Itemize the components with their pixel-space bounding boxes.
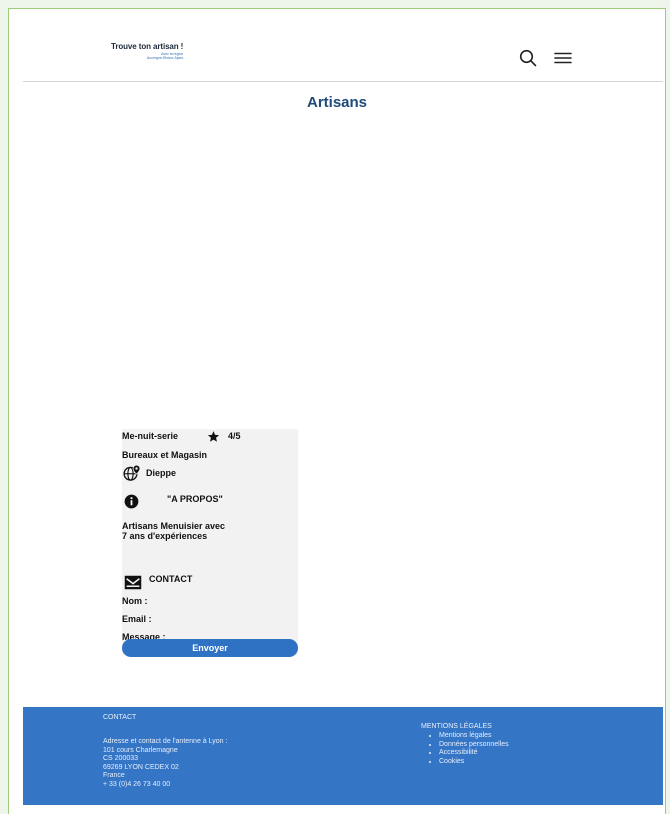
artisan-rating: 4/5 bbox=[228, 431, 241, 441]
logo-title-text: Trouve ton artisan ! bbox=[111, 42, 184, 51]
artisan-city: Dieppe bbox=[146, 468, 177, 478]
site-footer: CONTACT Adresse et contact de l'antenne … bbox=[23, 707, 663, 805]
footer-address: Adresse et contact de l'antenne à Lyon :… bbox=[103, 738, 227, 789]
header-divider bbox=[23, 81, 663, 82]
logo-title: Trouve ton artisan ! bbox=[111, 42, 183, 51]
footer-link-cookies[interactable]: Cookies bbox=[439, 758, 509, 767]
mail-icon bbox=[124, 575, 142, 590]
logo-sub-line2: Auvergne-Rhône-Alpes bbox=[146, 56, 184, 60]
footer-contact-heading: CONTACT bbox=[103, 714, 137, 721]
site-logo[interactable]: Trouve ton artisan ! Avec la région Auve… bbox=[111, 42, 183, 60]
send-button[interactable]: Envoyer bbox=[122, 639, 298, 657]
address-line: France bbox=[103, 772, 125, 779]
address-line: + 33 (0)4 26 73 40 00 bbox=[103, 780, 171, 788]
contact-heading: CONTACT bbox=[149, 574, 193, 584]
about-heading: "A PROPOS" bbox=[167, 494, 223, 504]
footer-link-mentions[interactable]: Mentions légales bbox=[439, 732, 509, 741]
email-label: Email : bbox=[122, 614, 152, 624]
about-text: Artisans Menuisier avec 7 ans d'expérien… bbox=[122, 521, 225, 541]
artisan-card: Me-nuit-serie 4/5 Bureaux et Magasin Die… bbox=[122, 429, 298, 657]
footer-link-donnees[interactable]: Données personnelles bbox=[439, 741, 509, 750]
name-label: Nom : bbox=[122, 596, 148, 606]
artisan-category: Bureaux et Magasin bbox=[122, 450, 208, 460]
info-icon bbox=[124, 494, 139, 509]
footer-legal-heading: MENTIONS LÉGALES bbox=[421, 723, 492, 730]
address-line: 69269 LYON CEDEX 02 bbox=[103, 763, 179, 771]
about-line1: Artisans Menuisier avec bbox=[122, 521, 226, 531]
about-line2: 7 ans d'expériences bbox=[122, 531, 208, 541]
footer-legal-links: Mentions légales Données personnelles Ac… bbox=[427, 732, 509, 766]
logo-subtitle: Avec la région Auvergne-Rhône-Alpes bbox=[111, 52, 183, 60]
address-line: CS 200033 bbox=[103, 755, 139, 762]
footer-link-accessibilite[interactable]: Accessibilité bbox=[439, 749, 509, 758]
address-line: Adresse et contact de l'antenne à Lyon : bbox=[103, 738, 228, 745]
page-frame: Trouve ton artisan ! Avec la région Auve… bbox=[8, 8, 666, 814]
globe-pin-icon bbox=[123, 464, 141, 481]
artisan-name: Me-nuit-serie bbox=[122, 431, 179, 441]
site-header: Trouve ton artisan ! Avec la région Auve… bbox=[9, 9, 665, 81]
search-icon[interactable] bbox=[519, 49, 537, 67]
star-icon bbox=[207, 431, 220, 442]
address-line: 101 cours Charlemagne bbox=[103, 746, 178, 754]
page-title: Artisans bbox=[306, 94, 368, 111]
menu-icon[interactable] bbox=[554, 52, 572, 64]
